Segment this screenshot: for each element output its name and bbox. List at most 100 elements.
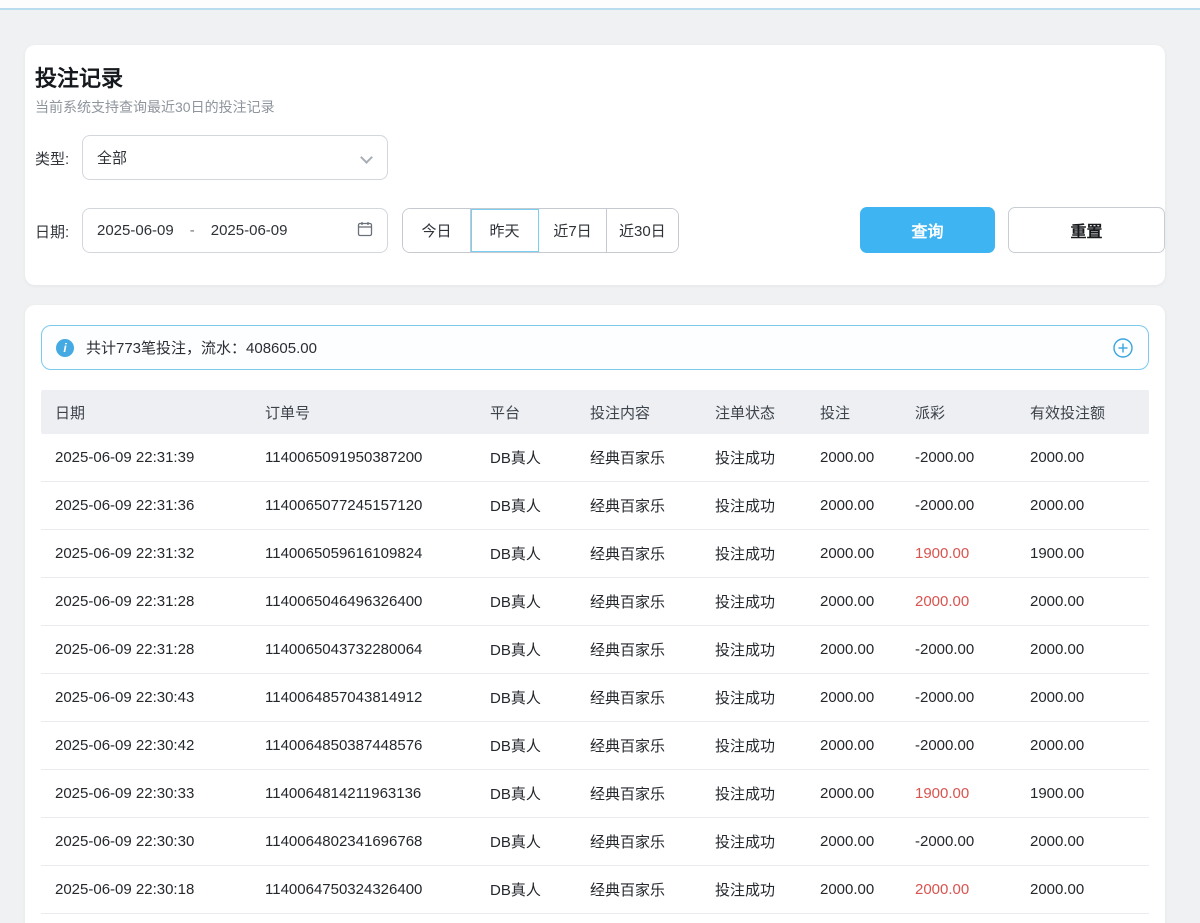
table-row: 2025-06-09 22:30:18 1140064750324326400 …	[41, 866, 1149, 914]
cell-valid-amount: 2000.00	[1016, 497, 1149, 514]
cell-order-number: 1140064857043814912	[251, 689, 476, 706]
cell-valid-amount: 2000.00	[1016, 641, 1149, 658]
info-icon: i	[56, 339, 74, 357]
cell-bet-content: 经典百家乐	[576, 831, 701, 852]
cell-order-number: 1140065059616109824	[251, 545, 476, 562]
cell-order-number: 1140065077245157120	[251, 497, 476, 514]
header-payout: 派彩	[901, 402, 1016, 423]
cell-status: 投注成功	[701, 831, 806, 852]
header-status: 注单状态	[701, 402, 806, 423]
calendar-icon	[357, 221, 373, 241]
cell-platform: DB真人	[476, 783, 576, 804]
cell-status: 投注成功	[701, 543, 806, 564]
cell-status: 投注成功	[701, 879, 806, 900]
quick-range-yesterday[interactable]: 昨天	[471, 209, 539, 252]
table-row: 2025-06-09 22:31:28 1140065043732280064 …	[41, 626, 1149, 674]
cell-platform: DB真人	[476, 879, 576, 900]
cell-bet-amount: 2000.00	[806, 641, 901, 658]
cell-order-number: 1140064814211963136	[251, 785, 476, 802]
cell-platform: DB真人	[476, 591, 576, 612]
cell-date: 2025-06-09 22:31:28	[41, 641, 251, 658]
cell-platform: DB真人	[476, 543, 576, 564]
cell-platform: DB真人	[476, 735, 576, 756]
top-nav-strip	[0, 0, 1200, 10]
cell-bet-content: 经典百家乐	[576, 447, 701, 468]
header-platform: 平台	[476, 402, 576, 423]
cell-date: 2025-06-09 22:30:33	[41, 785, 251, 802]
cell-order-number: 1140065046496326400	[251, 593, 476, 610]
cell-date: 2025-06-09 22:30:18	[41, 881, 251, 898]
cell-valid-amount: 2000.00	[1016, 689, 1149, 706]
date-range-input[interactable]: 2025-06-09 - 2025-06-09	[82, 208, 388, 253]
cell-bet-content: 经典百家乐	[576, 735, 701, 756]
cell-payout: 2000.00	[901, 593, 1016, 610]
date-end-value: 2025-06-09	[211, 222, 288, 239]
type-select-value: 全部	[97, 147, 127, 168]
type-select[interactable]: 全部	[82, 135, 388, 180]
header-date: 日期	[41, 402, 251, 423]
quick-range-30days[interactable]: 近30日	[607, 209, 678, 252]
table-row: 2025-06-09 22:30:33 1140064814211963136 …	[41, 770, 1149, 818]
cell-status: 投注成功	[701, 591, 806, 612]
table-row: 2025-06-09 22:31:28 1140065046496326400 …	[41, 578, 1149, 626]
cell-bet-amount: 2000.00	[806, 497, 901, 514]
cell-bet-amount: 2000.00	[806, 833, 901, 850]
cell-bet-amount: 2000.00	[806, 737, 901, 754]
header-bet: 投注	[806, 402, 901, 423]
cell-bet-amount: 2000.00	[806, 449, 901, 466]
plus-circle-icon[interactable]	[1112, 337, 1134, 359]
cell-status: 投注成功	[701, 735, 806, 756]
cell-status: 投注成功	[701, 687, 806, 708]
filters-card: 投注记录 当前系统支持查询最近30日的投注记录 类型: 全部 日期: 2025-…	[25, 45, 1165, 285]
records-card: i 共计773笔投注，流水：408605.00 日期 订单号 平台 投注内容 注…	[25, 305, 1165, 923]
cell-valid-amount: 2000.00	[1016, 833, 1149, 850]
header-order: 订单号	[251, 402, 476, 423]
cell-order-number: 1140065091950387200	[251, 449, 476, 466]
cell-payout: -2000.00	[901, 449, 1016, 466]
quick-range-7days[interactable]: 近7日	[539, 209, 607, 252]
table-row: 2025-06-09 22:30:42 1140064850387448576 …	[41, 722, 1149, 770]
bet-records-table: 日期 订单号 平台 投注内容 注单状态 投注 派彩 有效投注额 2025-06-…	[41, 390, 1149, 914]
cell-bet-amount: 2000.00	[806, 689, 901, 706]
cell-date: 2025-06-09 22:31:32	[41, 545, 251, 562]
cell-payout: 1900.00	[901, 545, 1016, 562]
cell-valid-amount: 2000.00	[1016, 449, 1149, 466]
date-label: 日期:	[35, 221, 69, 242]
cell-bet-content: 经典百家乐	[576, 687, 701, 708]
cell-date: 2025-06-09 22:30:43	[41, 689, 251, 706]
reset-button[interactable]: 重置	[1008, 207, 1165, 253]
type-label: 类型:	[35, 148, 69, 169]
cell-platform: DB真人	[476, 639, 576, 660]
cell-payout: 1900.00	[901, 785, 1016, 802]
chevron-down-icon	[360, 151, 373, 164]
cell-valid-amount: 1900.00	[1016, 785, 1149, 802]
quick-range-today[interactable]: 今日	[403, 209, 471, 252]
cell-payout: -2000.00	[901, 689, 1016, 706]
cell-order-number: 1140064850387448576	[251, 737, 476, 754]
cell-bet-content: 经典百家乐	[576, 783, 701, 804]
date-start-value: 2025-06-09	[97, 222, 174, 239]
cell-status: 投注成功	[701, 447, 806, 468]
cell-payout: 2000.00	[901, 881, 1016, 898]
cell-platform: DB真人	[476, 687, 576, 708]
cell-date: 2025-06-09 22:31:36	[41, 497, 251, 514]
table-row: 2025-06-09 22:31:39 1140065091950387200 …	[41, 434, 1149, 482]
table-header-row: 日期 订单号 平台 投注内容 注单状态 投注 派彩 有效投注额	[41, 390, 1149, 434]
date-separator: -	[190, 222, 195, 239]
cell-valid-amount: 2000.00	[1016, 737, 1149, 754]
cell-valid-amount: 2000.00	[1016, 593, 1149, 610]
cell-platform: DB真人	[476, 495, 576, 516]
table-row: 2025-06-09 22:30:43 1140064857043814912 …	[41, 674, 1149, 722]
cell-payout: -2000.00	[901, 737, 1016, 754]
cell-valid-amount: 2000.00	[1016, 881, 1149, 898]
cell-bet-amount: 2000.00	[806, 545, 901, 562]
cell-status: 投注成功	[701, 495, 806, 516]
cell-bet-amount: 2000.00	[806, 881, 901, 898]
table-row: 2025-06-09 22:31:36 1140065077245157120 …	[41, 482, 1149, 530]
cell-bet-content: 经典百家乐	[576, 591, 701, 612]
cell-bet-amount: 2000.00	[806, 785, 901, 802]
cell-platform: DB真人	[476, 831, 576, 852]
cell-valid-amount: 1900.00	[1016, 545, 1149, 562]
table-row: 2025-06-09 22:30:30 1140064802341696768 …	[41, 818, 1149, 866]
query-button[interactable]: 查询	[860, 207, 995, 253]
